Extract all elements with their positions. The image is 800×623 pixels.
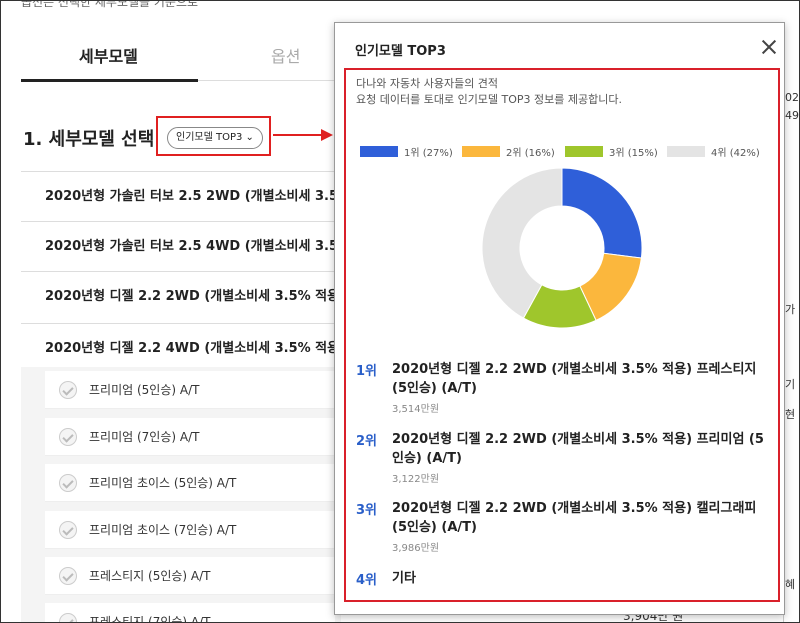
check-circle-icon [59,381,77,399]
model-tabs: 세부모델 옵션 [21,31,351,82]
trim-label: 프리미엄 초이스 (5인승) A/T [89,476,237,490]
legend-label: 4위 (42%) [711,148,760,159]
trim-item[interactable]: 프레스티지 (7인승) A/T [45,603,335,623]
check-circle-icon [59,428,77,446]
rank-number: 4위 [356,573,378,588]
rank-price: 3,122만원 [392,474,440,485]
check-circle-icon [59,613,77,622]
legend-label: 3위 (15%) [609,148,658,159]
tab-option[interactable]: 옵션 [271,43,300,67]
trim-label: 프레스티지 (5인승) A/T [89,569,211,583]
donut-chart [481,167,643,329]
legend-item: 3위 (15%) [565,146,658,160]
popular-models-popup: 인기모델 TOP3 다나와 자동차 사용자들의 견적 요청 데이터를 토대로 인… [334,22,785,615]
trim-item[interactable]: 프레스티지 (5인승) A/T [45,557,335,595]
rank-item[interactable]: 4위 기타 [356,569,771,591]
rank-model-name: 2020년형 디젤 2.2 2WD (개별소비세 3.5% 적용) 프리미엄 (… [392,432,764,466]
legend-item: 4위 (42%) [667,146,760,160]
edge-text: 기 [785,378,796,391]
edge-text: 가 [785,303,796,316]
popup-title: 인기모델 TOP3 [355,44,446,59]
popup-content: 다나와 자동차 사용자들의 견적 요청 데이터를 토대로 인기모델 TOP3 정… [344,68,780,602]
rank-item[interactable]: 3위 2020년형 디젤 2.2 2WD (개별소비세 3.5% 적용) 캘리그… [356,499,771,554]
callout-arrow-line [273,134,323,136]
callout-highlight-box [156,116,271,156]
callout-arrow-icon [321,129,333,141]
rank-number: 1위 [356,364,378,379]
edge-text: 혜 [785,578,796,591]
legend-item: 1위 (27%) [360,146,453,160]
model-row[interactable]: 2020년형 가솔린 터보 2.5 2WD (개별소비세 3.5% 적용) [21,171,341,221]
trim-label: 프리미엄 (7인승) A/T [89,430,200,444]
screenshot-frame: 옵션은 선택한 세부모델을 기준으로 세부모델 옵션 1. 세부모델 선택 인기… [0,0,800,623]
check-circle-icon [59,521,77,539]
legend-swatch [462,146,500,157]
trim-label: 프레스티지 (7인승) A/T [89,615,211,623]
edge-text: 02 [785,91,799,104]
legend-item: 2위 (16%) [462,146,555,160]
edge-text: 현 [785,408,796,421]
model-row[interactable]: 2020년형 가솔린 터보 2.5 4WD (개별소비세 3.5% 적용) [21,221,341,271]
trim-label: 프리미엄 (5인승) A/T [89,383,200,397]
description-line: 다나와 자동차 사용자들의 견적 [356,77,499,90]
legend-swatch [360,146,398,157]
edge-text: 49 [785,109,799,122]
donut-slice-1 [561,167,643,259]
rank-model-name: 2020년형 디젤 2.2 2WD (개별소비세 3.5% 적용) 캘리그래피 … [392,501,757,535]
trim-item[interactable]: 프리미엄 초이스 (7인승) A/T [45,511,335,549]
rank-item[interactable]: 2위 2020년형 디젤 2.2 2WD (개별소비세 3.5% 적용) 프리미… [356,430,771,485]
popup-description: 다나와 자동차 사용자들의 견적 요청 데이터를 토대로 인기모델 TOP3 정… [356,76,622,108]
model-row[interactable]: 2020년형 디젤 2.2 4WD (개별소비세 3.5% 적용) [21,323,341,373]
model-row[interactable]: 2020년형 디젤 2.2 2WD (개별소비세 3.5% 적용) [21,271,341,321]
legend-label: 1위 (27%) [404,148,453,159]
rank-model-name: 2020년형 디젤 2.2 2WD (개별소비세 3.5% 적용) 프레스티지 … [392,362,757,396]
trim-list: 프리미엄 (5인승) A/T 프리미엄 (7인승) A/T 프리미엄 초이스 (… [21,367,341,623]
legend-swatch [667,146,705,157]
check-circle-icon [59,567,77,585]
close-icon[interactable] [759,37,779,57]
trim-item[interactable]: 프리미엄 (5인승) A/T [45,371,335,409]
chart-legend: 1위 (27%) 2위 (16%) 3위 (15%) 4위 (42%) [360,146,770,160]
legend-label: 2위 (16%) [506,148,555,159]
trim-label: 프리미엄 초이스 (7인승) A/T [89,523,237,537]
rank-number: 2위 [356,434,378,449]
active-tab-indicator [21,79,198,82]
check-circle-icon [59,474,77,492]
description-line: 요청 데이터를 토대로 인기모델 TOP3 정보를 제공합니다. [356,93,623,106]
top-crumb: 옵션은 선택한 세부모델을 기준으로 [21,0,199,9]
legend-swatch [565,146,603,157]
trim-item[interactable]: 프리미엄 (7인승) A/T [45,418,335,456]
section-title: 1. 세부모델 선택 [23,129,155,150]
rank-item[interactable]: 1위 2020년형 디젤 2.2 2WD (개별소비세 3.5% 적용) 프레스… [356,360,771,415]
tab-detail-model[interactable]: 세부모델 [79,43,138,67]
rank-model-name: 기타 [392,571,416,586]
rank-number: 3위 [356,503,378,518]
rank-price: 3,514만원 [392,404,440,415]
trim-item[interactable]: 프리미엄 초이스 (5인승) A/T [45,464,335,502]
rank-price: 3,986만원 [392,543,440,554]
